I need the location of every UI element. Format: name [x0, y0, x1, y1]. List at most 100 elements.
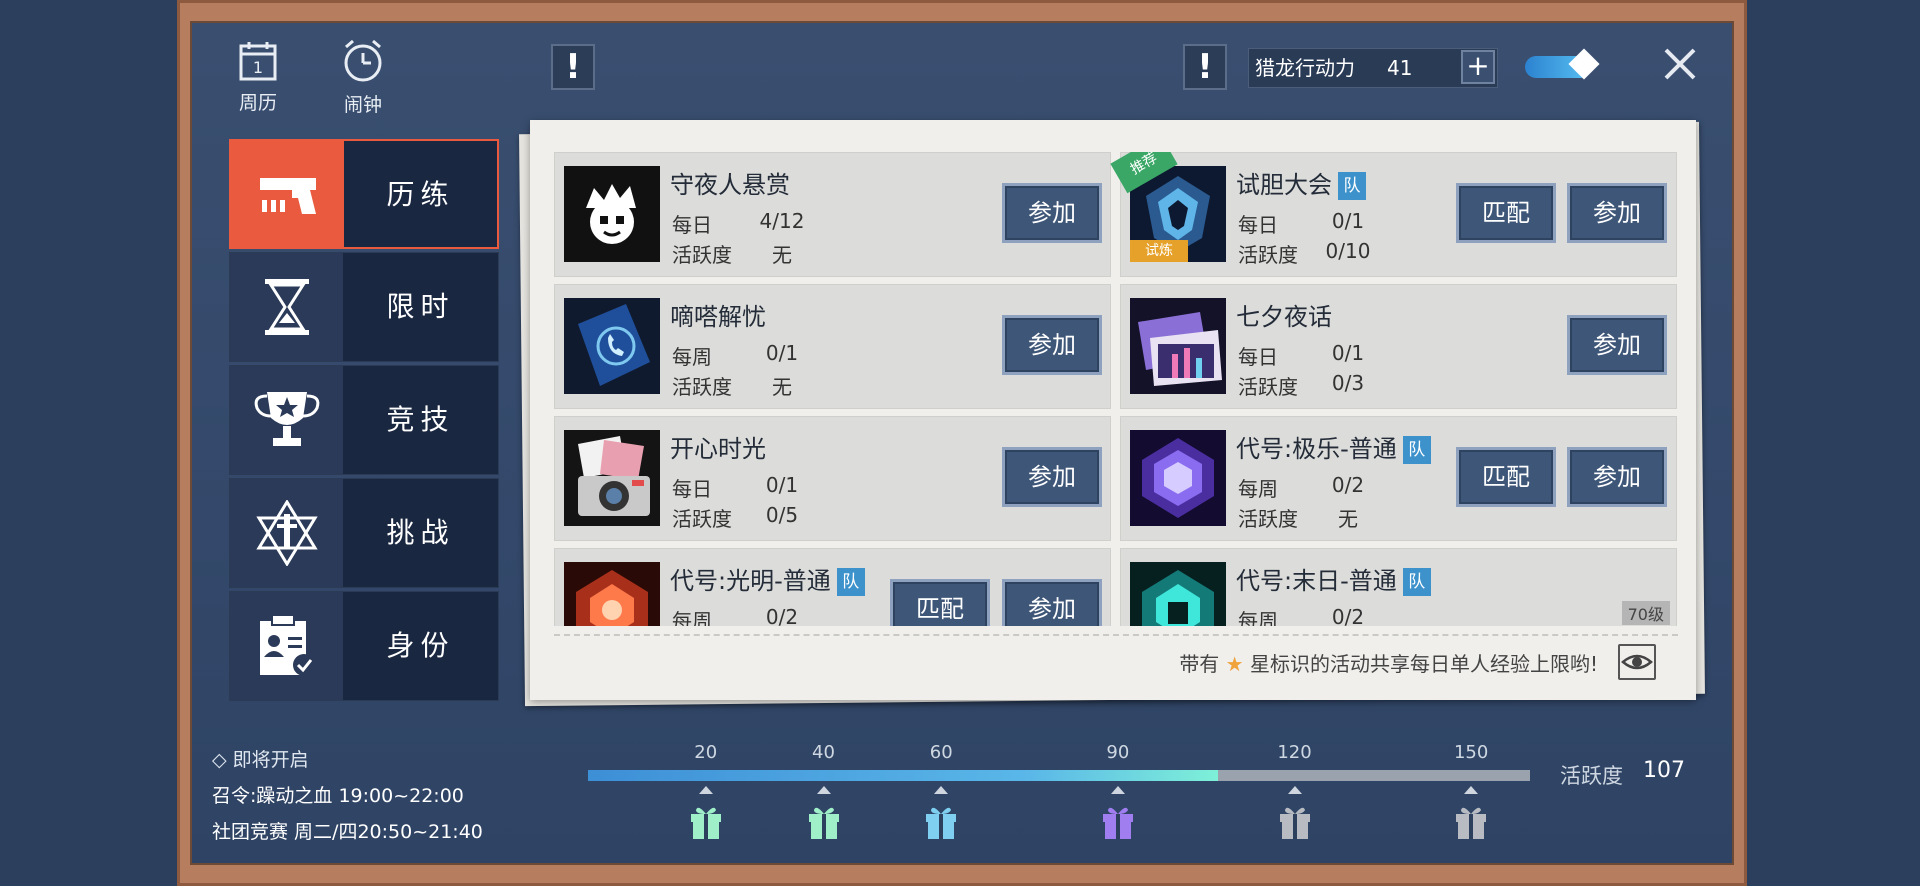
activity-count: 0/2	[1331, 473, 1365, 497]
activity-name: 代号:末日-普通队	[1236, 561, 1431, 596]
gift-box-icon[interactable]	[1453, 802, 1489, 840]
activity-points: 0/3	[1331, 371, 1365, 395]
activity-points-label: 活跃度	[672, 507, 732, 531]
toggle-switch[interactable]	[1525, 56, 1591, 78]
upcoming-event: 召令:躁动之血 19:00~22:00	[212, 785, 464, 807]
gift-box-icon[interactable]	[806, 802, 842, 840]
activity-points-label: 活跃度	[1238, 507, 1298, 531]
eye-icon[interactable]	[1618, 644, 1656, 680]
alert-icon[interactable]: !	[1183, 44, 1227, 90]
sidebar-item-challenge[interactable]: 挑战	[229, 478, 499, 588]
activity-points-label: 活跃度	[1238, 243, 1298, 267]
activity-points: 0/5	[765, 503, 799, 527]
calendar-label: 周历	[238, 92, 277, 114]
gift-box-icon[interactable]	[1100, 802, 1136, 840]
activity-points-total-label: 活跃度	[1560, 764, 1623, 788]
activity-card: 代号:光明-普通队 每周 0/2 匹配 参加	[554, 548, 1111, 626]
activity-period: 每周	[672, 345, 712, 369]
sidebar-item-identity[interactable]: 身份	[229, 591, 499, 701]
star-icon: ★	[1225, 652, 1244, 676]
codename-doom-thumbnail	[1130, 562, 1226, 626]
activity-period: 每日	[672, 213, 712, 237]
night-watch-thumbnail	[564, 166, 660, 262]
alarm-button[interactable]: 闹钟	[338, 38, 388, 117]
hourglass-icon	[230, 253, 343, 361]
codename-light-thumbnail	[564, 562, 660, 626]
activity-count: 0/2	[1331, 605, 1365, 626]
join-button[interactable]: 参加	[1002, 447, 1102, 507]
activity-name-text: 代号:极乐-普通	[1236, 435, 1397, 463]
activity-count: 0/1	[765, 473, 799, 497]
activity-period: 每周	[1238, 477, 1278, 501]
activity-points-label: 活跃度	[672, 375, 732, 399]
sidebar-item-arena[interactable]: 竞技	[229, 365, 499, 475]
calendar-button[interactable]: 1 周历	[234, 40, 282, 115]
milestone-label: 120	[1277, 742, 1312, 763]
upcoming-events: ◇ 即将开启 召令:躁动之血 19:00~22:00 社团竞赛 周二/四20:5…	[212, 742, 483, 850]
diamond-icon: ◇	[212, 749, 233, 771]
tip-suffix: 星标识的活动共享每日单人经验上限哟!	[1249, 652, 1598, 676]
milestone-label: 20	[694, 742, 718, 763]
close-button[interactable]	[1660, 44, 1700, 84]
activity-name: 嘀嗒解忧	[670, 303, 766, 331]
sidebar-item-label: 身份	[386, 629, 455, 662]
activity-progress-bar	[588, 770, 1530, 781]
activity-name: 七夕夜话	[1236, 303, 1332, 331]
gift-box-icon[interactable]	[1277, 802, 1313, 840]
activity-points-label: 活跃度	[1238, 375, 1298, 399]
activity-card: 试炼 推荐 试胆大会队 每日 0/1 活跃度 0/10 匹配 参加	[1110, 152, 1677, 277]
activity-name: 代号:光明-普通队	[670, 561, 865, 596]
upcoming-event: 社团竞赛 周二/四20:50~21:40	[212, 821, 483, 843]
sidebar-item-limited[interactable]: 限时	[229, 252, 499, 362]
activity-points: 无	[1338, 507, 1358, 531]
join-button[interactable]: 参加	[1567, 183, 1667, 243]
trophy-icon	[230, 366, 343, 474]
activity-list[interactable]: 守夜人悬赏 每日 4/12 活跃度 无 参加 试炼 推荐 试胆大会队 每日 0/…	[554, 152, 1678, 626]
milestone-label: 40	[812, 742, 835, 763]
milestone-marker	[934, 786, 949, 794]
sidebar-item-label: 竞技	[386, 403, 455, 436]
match-button[interactable]: 匹配	[1456, 447, 1556, 507]
activity-period: 每日	[1238, 213, 1278, 237]
team-badge: 队	[1338, 172, 1366, 200]
milestone-marker	[816, 786, 831, 794]
activity-period: 每日	[1238, 345, 1278, 369]
join-button[interactable]: 参加	[1002, 315, 1102, 375]
match-button[interactable]: 匹配	[1456, 183, 1556, 243]
add-stamina-button[interactable]: +	[1461, 50, 1495, 84]
gift-box-icon[interactable]	[688, 802, 724, 840]
activity-card: 代号:极乐-普通队 每周 0/2 活跃度 无 匹配 参加	[1120, 416, 1677, 541]
join-button[interactable]: 参加	[1002, 183, 1102, 243]
match-button[interactable]: 匹配	[890, 579, 990, 626]
activity-name-text: 代号:末日-普通	[1236, 567, 1397, 595]
activity-card: 嘀嗒解忧 每周 0/1 活跃度 无 参加	[554, 284, 1111, 409]
alert-icon[interactable]: !	[551, 44, 595, 90]
sidebar-item-label: 挑战	[386, 516, 455, 549]
activity-points: 无	[772, 243, 792, 267]
svg-text:1: 1	[253, 58, 263, 77]
upcoming-title: 即将开启	[232, 749, 309, 771]
phone-thumbnail	[564, 298, 660, 394]
id-clipboard-icon	[230, 592, 343, 700]
team-badge: 队	[836, 568, 865, 596]
stamina-label: 猎龙行动力	[1255, 56, 1355, 80]
sidebar-item-label: 历练	[386, 178, 455, 211]
gift-box-icon[interactable]	[923, 802, 959, 840]
activity-name-text: 试胆大会	[1236, 171, 1332, 199]
milestone-label: 150	[1453, 742, 1489, 763]
join-button[interactable]: 参加	[1567, 315, 1667, 375]
alarm-label: 闹钟	[343, 94, 382, 116]
level-requirement: 70级	[1621, 601, 1670, 625]
join-button[interactable]: 参加	[1002, 579, 1102, 626]
activity-count: 0/1	[1331, 209, 1365, 233]
milestone-marker	[1110, 786, 1125, 794]
pistol-icon	[231, 141, 344, 249]
activity-period: 每日	[672, 477, 712, 501]
team-badge: 队	[1402, 568, 1431, 596]
activity-name-text: 代号:光明-普通	[670, 567, 831, 595]
activity-count: 0/1	[1331, 341, 1365, 365]
activity-name: 试胆大会队	[1236, 165, 1366, 200]
sidebar-item-training[interactable]: 历练	[229, 139, 499, 249]
codename-bliss-thumbnail	[1130, 430, 1226, 526]
join-button[interactable]: 参加	[1567, 447, 1667, 507]
